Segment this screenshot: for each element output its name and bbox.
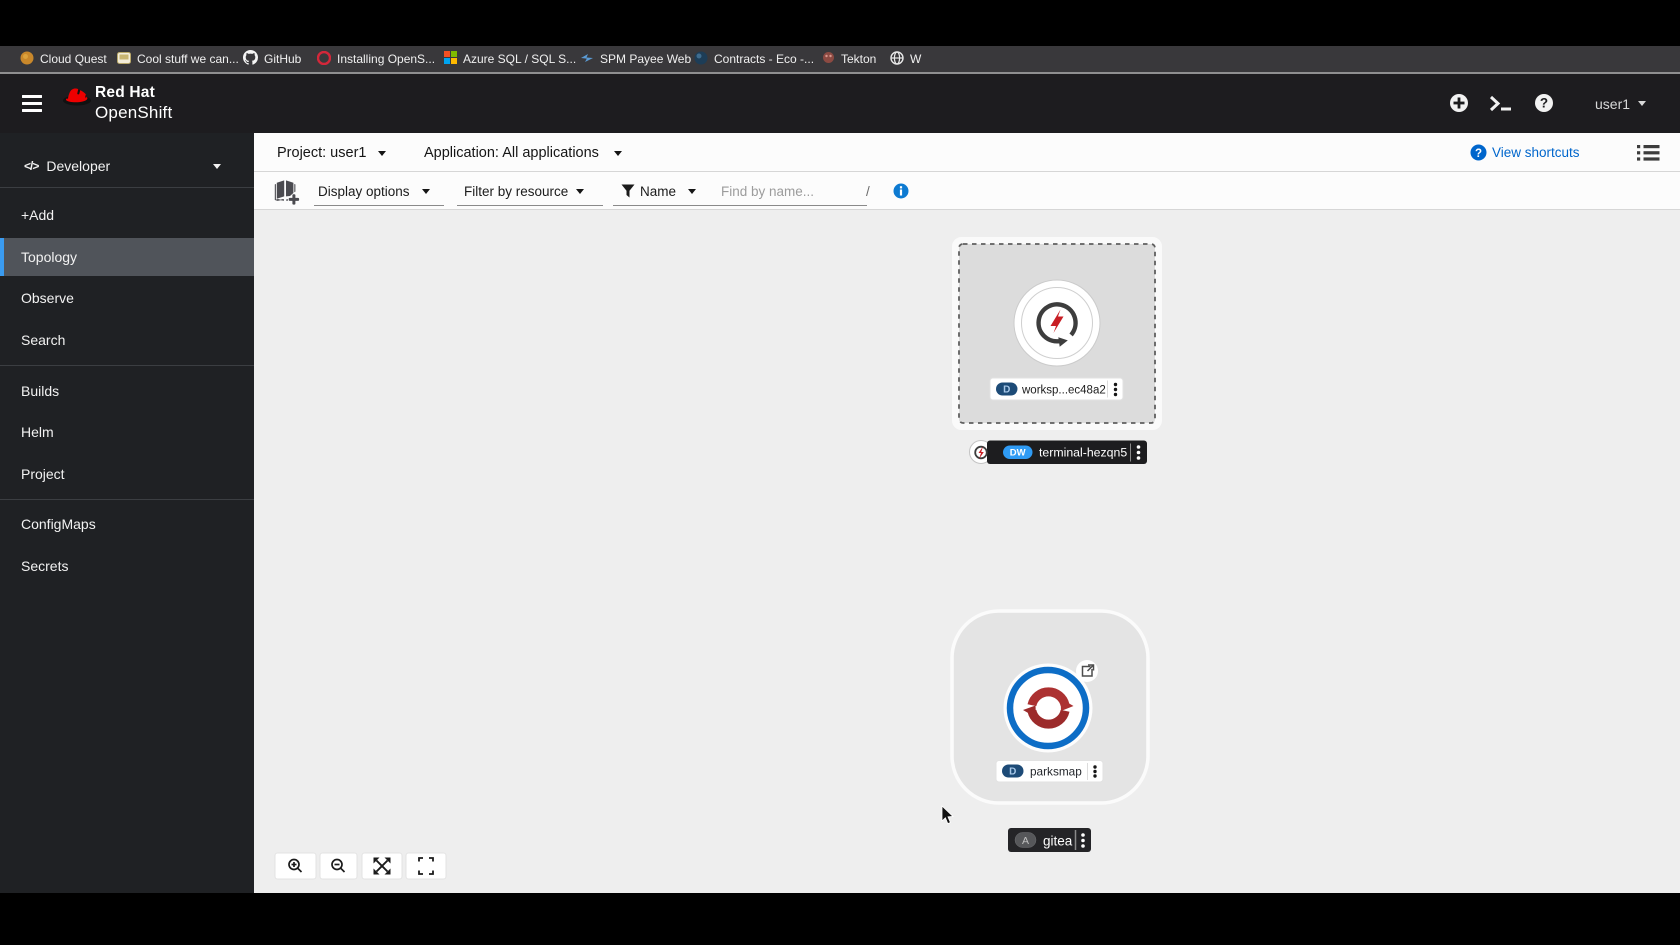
svg-text:?: ? — [1540, 96, 1548, 111]
svg-text:terminal-hezqn5: terminal-hezqn5 — [1039, 446, 1127, 460]
svg-text:?: ? — [1475, 148, 1482, 160]
svg-text:D: D — [1009, 767, 1016, 778]
svg-text:A: A — [1022, 835, 1029, 847]
svg-text:gitea: gitea — [1043, 834, 1073, 849]
svg-text:parksmap: parksmap — [1030, 765, 1082, 779]
svg-text:D: D — [1003, 385, 1010, 396]
svg-text:worksp...ec48a2: worksp...ec48a2 — [1021, 385, 1106, 397]
svg-text:DW: DW — [1010, 448, 1026, 459]
